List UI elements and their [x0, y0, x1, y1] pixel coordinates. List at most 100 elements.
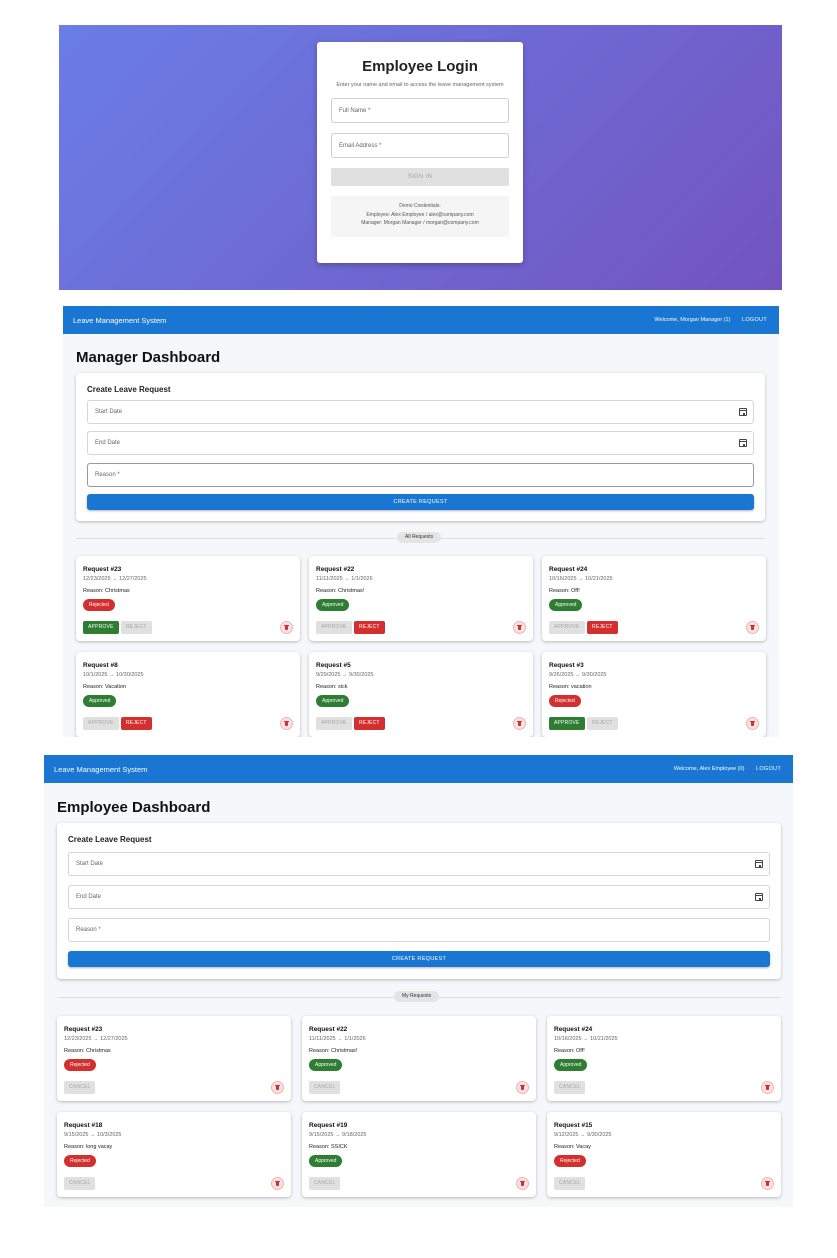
welcome-text: Welcome, Morgan Manager (1) — [654, 317, 731, 323]
create-request-button[interactable]: CREATE REQUEST — [87, 494, 754, 510]
start-date-label: Start Date — [95, 409, 123, 415]
request-card: Request #5 9/29/2025 → 9/30/2025 Reason: s… — [309, 652, 533, 737]
reject-button[interactable]: REJECT — [587, 717, 618, 730]
create-request-button[interactable]: CREATE REQUEST — [68, 951, 770, 967]
cancel-button[interactable]: CANCEL — [554, 1177, 586, 1190]
request-dates: 10/1/2025 → 10/30/2025 — [83, 672, 144, 678]
calendar-icon[interactable] — [755, 893, 763, 901]
reject-button[interactable]: REJECT — [121, 621, 152, 634]
app-title: Leave Management System — [54, 765, 148, 774]
status-badge: Approved — [316, 695, 350, 707]
request-card: Request #24 10/16/2025 → 10/21/2025 Reason… — [547, 1016, 781, 1101]
approve-button[interactable]: APPROVE — [83, 717, 119, 730]
delete-icon[interactable] — [746, 717, 759, 730]
login-screen: Employee Login Enter your name and email… — [59, 25, 782, 290]
request-dates: 9/15/2025 → 9/18/2025 — [309, 1132, 367, 1138]
request-card: Request #3 9/26/2025 → 9/30/2025 Reason: v… — [542, 652, 766, 737]
create-request-card: Create Leave Request Start Date End Date… — [76, 373, 765, 521]
request-dates: 11/11/2025 → 1/1/2026 — [316, 576, 373, 582]
request-reason: Reason: sick — [316, 684, 348, 690]
cancel-button[interactable]: CANCEL — [64, 1081, 96, 1094]
cancel-button[interactable]: CANCEL — [309, 1177, 341, 1190]
approve-button[interactable]: APPROVE — [316, 717, 352, 730]
status-badge: Approved — [549, 599, 583, 611]
sign-in-button[interactable]: SIGN IN — [331, 168, 509, 186]
request-title: Request #23 — [83, 566, 122, 573]
request-reason: Reason: Off! — [554, 1048, 585, 1054]
delete-icon[interactable] — [761, 1177, 774, 1190]
full-name-input[interactable]: Full Name * — [331, 98, 509, 123]
start-date-field[interactable]: Start Date — [68, 852, 770, 876]
logout-button[interactable]: LOGOUT — [742, 317, 767, 323]
request-reason: Reason: long vacay — [64, 1144, 113, 1150]
request-dates: 9/12/2025 → 9/30/2025 — [554, 1132, 612, 1138]
calendar-icon[interactable] — [739, 408, 747, 416]
request-title: Request #3 — [549, 662, 584, 669]
approve-button[interactable]: APPROVE — [83, 621, 119, 634]
demo-heading: Demo Credentials: — [399, 203, 441, 209]
cancel-button[interactable]: CANCEL — [554, 1081, 586, 1094]
request-title: Request #5 — [316, 662, 351, 669]
request-title: Request #24 — [549, 566, 588, 573]
welcome-text: Welcome, Alex Employee (0) — [673, 766, 745, 772]
app-bar: Leave Management System Welcome, Alex Em… — [44, 755, 793, 783]
cancel-button[interactable]: CANCEL — [64, 1177, 96, 1190]
request-card: Request #24 10/16/2025 → 10/21/2025 Reason… — [542, 556, 766, 641]
approve-button[interactable]: APPROVE — [549, 717, 585, 730]
cancel-button[interactable]: CANCEL — [309, 1081, 341, 1094]
request-dates: 12/23/2025 → 12/27/2025 — [64, 1036, 128, 1042]
delete-icon[interactable] — [280, 717, 293, 730]
status-badge: Rejected — [549, 695, 581, 707]
request-title: Request #18 — [64, 1122, 103, 1129]
reject-button[interactable]: REJECT — [121, 717, 152, 730]
delete-icon[interactable] — [513, 717, 526, 730]
request-dates: 12/23/2025 → 12/27/2025 — [83, 576, 147, 582]
delete-icon[interactable] — [516, 1081, 529, 1094]
reject-button[interactable]: REJECT — [354, 621, 385, 634]
start-date-field[interactable]: Start Date — [87, 400, 754, 424]
end-date-field[interactable]: End Date — [68, 885, 770, 909]
request-reason: Reason: vacation — [549, 684, 592, 690]
status-badge: Approved — [316, 599, 350, 611]
delete-icon[interactable] — [271, 1177, 284, 1190]
request-dates: 9/29/2025 → 9/30/2025 — [316, 672, 374, 678]
calendar-icon[interactable] — [739, 439, 747, 447]
approve-button[interactable]: APPROVE — [549, 621, 585, 634]
create-request-title: Create Leave Request — [68, 835, 152, 844]
request-card: Request #22 11/11/2025 → 1/1/2026 Reason: … — [302, 1016, 536, 1101]
reason-input[interactable]: Reason * — [68, 918, 770, 942]
request-title: Request #8 — [83, 662, 118, 669]
reject-button[interactable]: REJECT — [587, 621, 618, 634]
delete-icon[interactable] — [746, 621, 759, 634]
status-badge: Approved — [309, 1155, 343, 1167]
delete-icon[interactable] — [513, 621, 526, 634]
approve-button[interactable]: APPROVE — [316, 621, 352, 634]
page-title: Employee Dashboard — [57, 799, 211, 816]
reason-input[interactable]: Reason * — [87, 463, 754, 487]
status-badge: Rejected — [83, 599, 115, 611]
request-card: Request #23 12/23/2025 → 12/27/2025 Reason… — [76, 556, 300, 641]
request-reason: Reason: Vacation — [83, 684, 127, 690]
all-requests-label: All Requests — [397, 532, 442, 543]
logout-button[interactable]: LOGOUT — [756, 766, 781, 772]
delete-icon[interactable] — [271, 1081, 284, 1094]
delete-icon[interactable] — [280, 621, 293, 634]
calendar-icon[interactable] — [755, 860, 763, 868]
delete-icon[interactable] — [516, 1177, 529, 1190]
request-dates: 11/11/2025 → 1/1/2026 — [309, 1036, 366, 1042]
reject-button[interactable]: REJECT — [354, 717, 385, 730]
page-title: Manager Dashboard — [76, 349, 221, 366]
email-input[interactable]: Email Address * — [331, 133, 509, 158]
request-card: Request #23 12/23/2025 → 12/27/2025 Reason… — [57, 1016, 291, 1101]
request-dates: 10/16/2025 → 10/21/2025 — [554, 1036, 618, 1042]
request-card: Request #19 9/15/2025 → 9/18/2025 Reason: … — [302, 1112, 536, 1197]
request-title: Request #22 — [316, 566, 355, 573]
demo-manager: Manager: Morgan Manager / morgan@company… — [361, 220, 479, 226]
request-title: Request #22 — [309, 1026, 348, 1033]
end-date-label: End Date — [95, 440, 121, 446]
request-dates: 9/26/2025 → 9/30/2025 — [549, 672, 607, 678]
delete-icon[interactable] — [761, 1081, 774, 1094]
end-date-field[interactable]: End Date — [87, 431, 754, 455]
request-title: Request #23 — [64, 1026, 103, 1033]
request-title: Request #19 — [309, 1122, 348, 1129]
